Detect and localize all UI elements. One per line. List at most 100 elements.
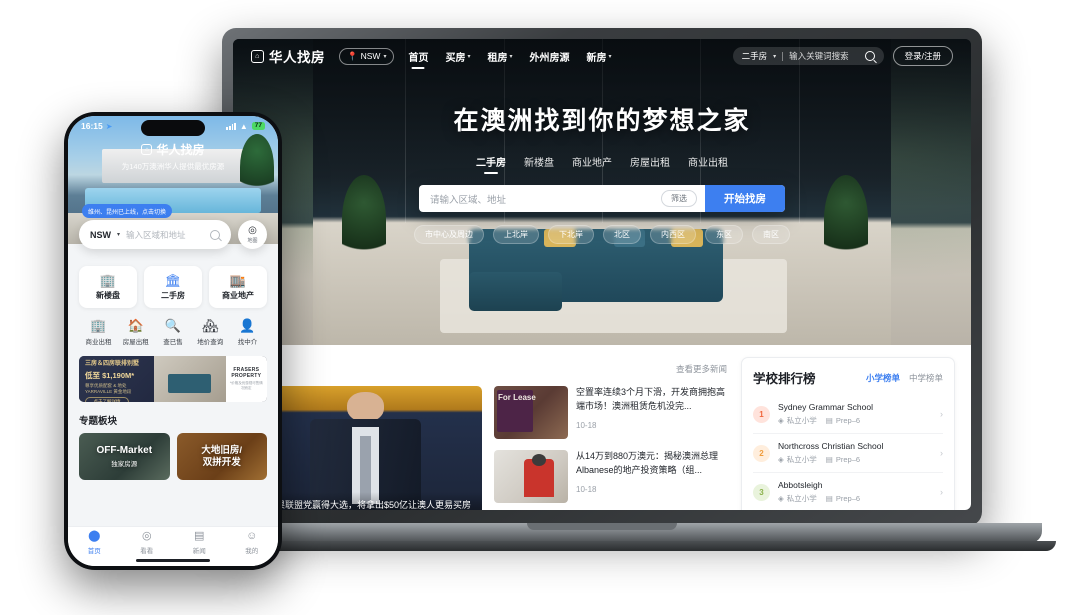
hero-search-bar: 请输入区域、地址 筛选 开始找房: [419, 185, 785, 212]
grade-icon: ▤: [825, 494, 833, 503]
news-item-date: 10-18: [576, 485, 597, 494]
category-label: 新楼盘: [96, 290, 120, 300]
ad-disclaimer: *价格及优惠视可售情况而定: [229, 381, 263, 390]
news-featured-headline: ：如果联盟党赢得大选，将拿出$50亿让澳人更易买房（组图）: [249, 491, 482, 510]
phone-search-box[interactable]: NSW ▾ 输入区域和地址: [79, 220, 231, 249]
school-name: Northcross Christian School: [778, 441, 884, 451]
quick-link-agent[interactable]: 👤 找中介: [230, 319, 265, 346]
school-meta: ◈ 私立小学 ▤ Prep–6: [778, 454, 932, 465]
nav-item-interstate[interactable]: 外州房源: [529, 49, 569, 64]
login-register-button[interactable]: 登录/注册: [892, 46, 953, 66]
area-chip-south[interactable]: 南区: [752, 225, 790, 244]
school-row[interactable]: 3 Abbotsleigh ◈ 私立小学 ▤ Prep–6 ›: [753, 473, 943, 510]
area-chip-cbd[interactable]: 市中心及周边: [414, 225, 484, 244]
hero-tab-resale[interactable]: 二手房: [476, 154, 506, 169]
brand-logo[interactable]: ⌂ 华人找房: [251, 46, 325, 66]
grade-icon: ▤: [825, 455, 833, 464]
area-chip-east[interactable]: 东区: [705, 225, 743, 244]
topics-section-title: 专题板块: [79, 416, 118, 427]
category-label: 二手房: [161, 290, 185, 300]
quick-link-commercial-rent[interactable]: 🏢 商业出租: [81, 319, 116, 346]
area-chip-upper-north[interactable]: 上北岸: [493, 225, 539, 244]
quick-link-land-price[interactable]: 🏘 地价查询: [193, 319, 228, 346]
hero-tab-commercial-rent[interactable]: 商业出租: [688, 154, 728, 169]
pin-icon: 📍: [347, 50, 358, 61]
phone-brand-row: ⌂ 华人找房: [68, 141, 278, 158]
quick-link-sold[interactable]: 🔍 查已售: [156, 319, 191, 346]
area-chip-lower-north[interactable]: 下北岸: [548, 225, 594, 244]
school-tabs: 小学榜单 中学榜单: [866, 372, 943, 384]
news-list-item[interactable]: 从14万到880万澳元：揭秘澳洲总理Albanese的地产投资策略（组... 1…: [494, 450, 727, 503]
topic-title: OFF-Market: [96, 445, 153, 456]
tab-label: 新闻: [192, 548, 206, 555]
chevron-down-icon: ▾: [608, 53, 612, 60]
news-item-title: 从14万到880万澳元：揭秘澳洲总理Albanese的地产投资策略（组...: [576, 451, 719, 475]
news-featured-card[interactable]: ：如果联盟党赢得大选，将拿出$50亿让澳人更易买房（组图）: [249, 386, 482, 510]
ad-line3: 尊享优质配套 & 地处 YARRAVILLE 黄金地段: [85, 382, 132, 394]
nav-item-newhome[interactable]: 新房 ▾: [586, 49, 611, 64]
school-info: Northcross Christian School ◈ 私立小学 ▤ Prep–…: [778, 441, 932, 465]
search-icon[interactable]: [210, 229, 220, 240]
quick-link-house-rent[interactable]: 🏠 房屋出租: [118, 319, 153, 346]
category-card-resale[interactable]: 🏛 二手房: [144, 266, 202, 308]
house-icon: 🏠: [127, 318, 144, 333]
search-icon[interactable]: [864, 51, 875, 61]
topic-card-development[interactable]: 大地旧房/ 双拼开发: [176, 433, 267, 480]
area-chip-north[interactable]: 北区: [603, 225, 641, 244]
nav-search-box[interactable]: 二手房 ▾ 输入关键词搜索: [732, 47, 884, 65]
news-list-item[interactable]: For Lease 空置率连续3个月下滑，开发商拥抱高端市场！澳洲租赁危机没完.…: [494, 386, 727, 439]
school-panel-header: 学校排行榜 小学榜单 中学榜单: [753, 368, 943, 387]
commercial-icon: 🏬: [229, 272, 247, 288]
area-chip-inner-west[interactable]: 内西区: [650, 225, 696, 244]
tab-home[interactable]: ⬤ 首页: [88, 530, 101, 556]
category-card-commercial[interactable]: 🏬 商业地产: [209, 266, 267, 308]
map-button[interactable]: ◎ 地图: [238, 220, 267, 249]
state-selector[interactable]: 📍 NSW ▾: [339, 47, 395, 65]
news-item-date: 10-18: [576, 421, 597, 430]
topic-title: 大地旧房/ 双拼开发: [201, 444, 243, 468]
tab-explore[interactable]: ◎ 看看: [140, 531, 153, 556]
category-card-newdev[interactable]: 🏢 新楼盘: [79, 266, 137, 308]
school-grade: Prep–6: [835, 455, 861, 464]
ad-banner[interactable]: 三房＆四房联排别墅 低至 $1,190M* 尊享优质配套 & 地处 YARRAV…: [79, 356, 267, 402]
topic-subtitle: 独家房源: [111, 461, 138, 468]
start-search-button[interactable]: 开始找房: [705, 185, 785, 212]
tab-news[interactable]: ▤ 新闻: [192, 531, 206, 556]
school-row[interactable]: 1 Sydney Grammar School ◈ 私立小学 ▤ Prep–6 ›: [753, 395, 943, 434]
tab-secondary-school[interactable]: 中学榜单: [909, 372, 943, 384]
news-item-text: 从14万到880万澳元：揭秘澳洲总理Albanese的地产投资策略（组... 1…: [576, 450, 727, 503]
news-list: For Lease 空置率连续3个月下滑，开发商拥抱高端市场！澳洲租赁危机没完.…: [494, 386, 727, 510]
tab-primary-school[interactable]: 小学榜单: [866, 372, 900, 384]
nav-item-home[interactable]: 首页: [408, 49, 428, 64]
chevron-down-icon: ▾: [773, 53, 777, 60]
school-row[interactable]: 2 Northcross Christian School ◈ 私立小学 ▤ Pre…: [753, 434, 943, 473]
tab-profile[interactable]: ☺ 我的: [245, 531, 259, 556]
home-icon: ⬤: [88, 530, 101, 542]
laptop-body: ⌂ 华人找房 📍 NSW ▾ 首页 买房 ▾ 租房 ▾ 外州房源 新房 ▾ 二手…: [222, 28, 982, 526]
tab-label: 我的: [245, 548, 259, 555]
content-area: 资讯 查看更多新闻 ：如果联盟党赢得大选，将拿出$50亿让澳人更易买房（组图）: [233, 345, 971, 510]
agent-icon: 👤: [239, 318, 256, 333]
status-time: 16:15: [81, 121, 103, 131]
nav-item-buy[interactable]: 买房 ▾: [445, 49, 470, 64]
school-info: Abbotsleigh ◈ 私立小学 ▤ Prep–6: [778, 480, 932, 504]
news-more-link[interactable]: 查看更多新闻: [676, 363, 727, 375]
filter-button[interactable]: 筛选: [661, 190, 697, 207]
hero-tab-newdev[interactable]: 新楼盘: [524, 154, 554, 169]
phone-state-selector[interactable]: NSW: [90, 230, 111, 240]
school-type-icon: ◈: [778, 416, 784, 425]
chevron-right-icon: ›: [940, 487, 943, 497]
status-right: ▲ 77: [226, 122, 265, 131]
nav-item-rent[interactable]: 租房 ▾: [487, 49, 512, 64]
school-name: Sydney Grammar School: [778, 402, 873, 412]
news-thumbnail: For Lease: [494, 386, 568, 439]
school-type-icon: ◈: [778, 494, 784, 503]
nav-label: 买房: [445, 52, 466, 64]
news-thumb-label: For Lease: [498, 393, 536, 402]
topic-card-offmarket[interactable]: OFF-Market 独家房源: [79, 433, 170, 480]
hero-tab-commercial[interactable]: 商业地产: [572, 154, 612, 169]
ad-cta-button[interactable]: 点击了解详情: [85, 397, 129, 402]
hero-tab-rental[interactable]: 房屋出租: [630, 154, 670, 169]
laptop-mockup: ⌂ 华人找房 📍 NSW ▾ 首页 买房 ▾ 租房 ▾ 外州房源 新房 ▾ 二手…: [148, 28, 1056, 551]
hero-search-input[interactable]: 请输入区域、地址: [419, 192, 661, 206]
